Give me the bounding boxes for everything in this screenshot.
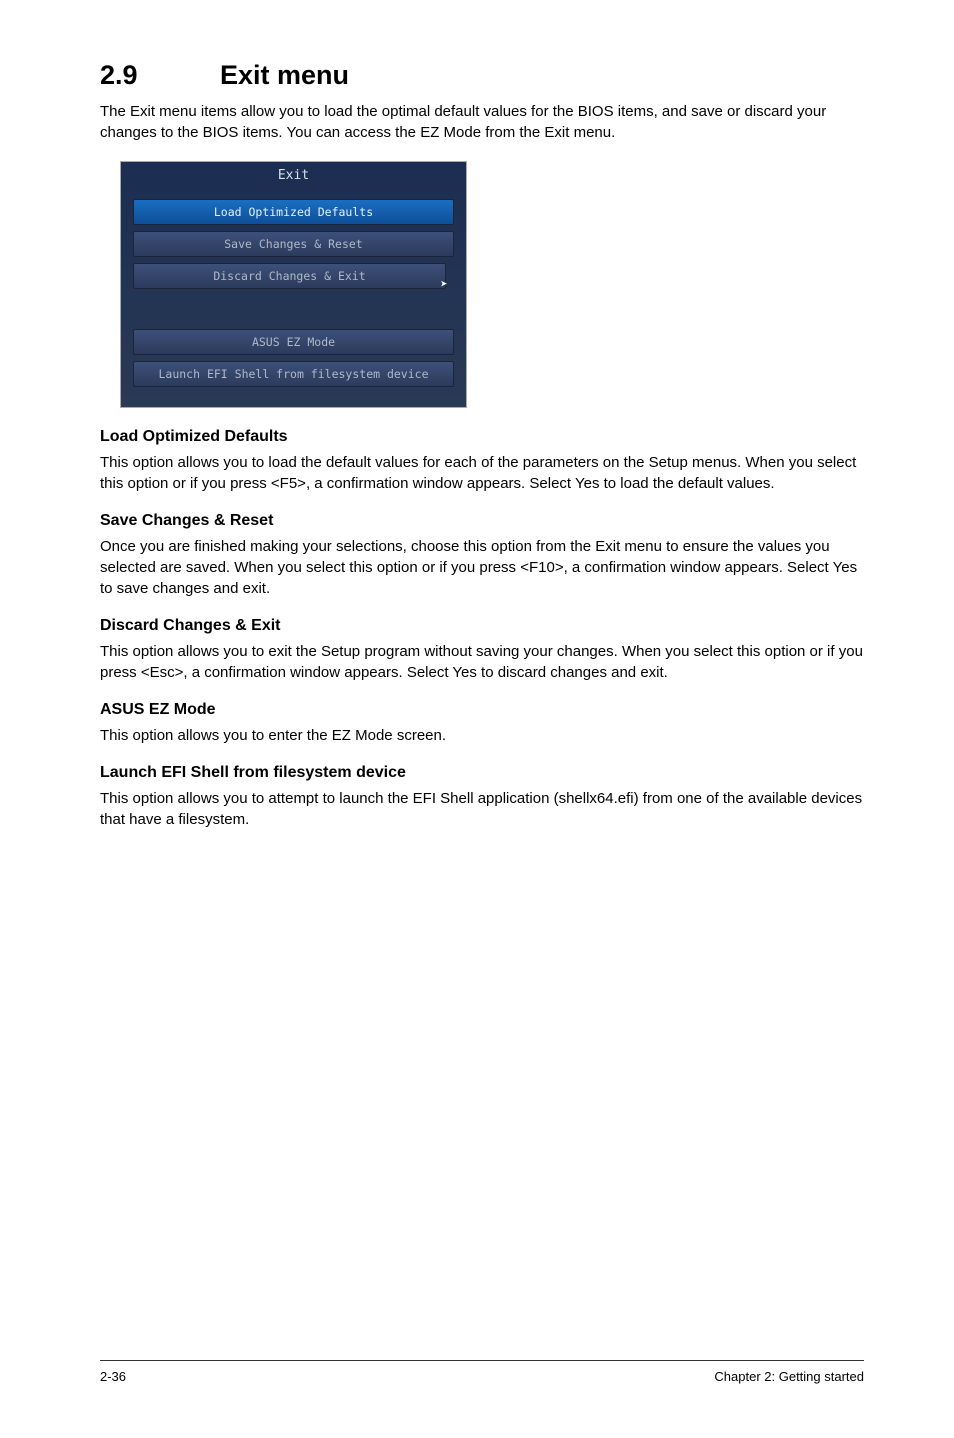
sub-heading: Launch EFI Shell from filesystem device (100, 764, 864, 782)
sub-text: This option allows you to enter the EZ M… (100, 725, 864, 746)
subsection-ez-mode: ASUS EZ Mode This option allows you to e… (100, 701, 864, 746)
menu-item-label: Discard Changes & Exit (213, 269, 365, 283)
section-title: 2.9Exit menu (100, 60, 864, 91)
sub-heading: Save Changes & Reset (100, 512, 864, 530)
sub-text: This option allows you to load the defau… (100, 452, 864, 494)
subsection-load-defaults: Load Optimized Defaults This option allo… (100, 428, 864, 494)
sub-heading: Discard Changes & Exit (100, 617, 864, 635)
menu-gap (121, 295, 466, 323)
subsection-discard-exit: Discard Changes & Exit This option allow… (100, 617, 864, 683)
subsection-save-reset: Save Changes & Reset Once you are finish… (100, 512, 864, 599)
sub-text: This option allows you to exit the Setup… (100, 641, 864, 683)
sub-heading: ASUS EZ Mode (100, 701, 864, 719)
section-number: 2.9 (100, 60, 220, 91)
sub-text: This option allows you to attempt to lau… (100, 788, 864, 830)
intro-text: The Exit menu items allow you to load th… (100, 101, 864, 143)
page-footer: 2-36 Chapter 2: Getting started (100, 1360, 864, 1384)
menu-item-save-reset[interactable]: Save Changes & Reset (133, 231, 454, 257)
menu-item-load-defaults[interactable]: Load Optimized Defaults (133, 199, 454, 225)
sub-text: Once you are finished making your select… (100, 536, 864, 599)
menu-item-launch-efi[interactable]: Launch EFI Shell from filesystem device (133, 361, 454, 387)
cursor-icon: ➤ (439, 272, 449, 286)
bios-screenshot: Exit Load Optimized Defaults Save Change… (120, 161, 467, 408)
subsection-launch-efi: Launch EFI Shell from filesystem device … (100, 764, 864, 830)
menu-item-discard-exit[interactable]: Discard Changes & Exit ➤ (133, 263, 446, 289)
page-number: 2-36 (100, 1369, 126, 1384)
page: 2.9Exit menu The Exit menu items allow y… (0, 0, 954, 1410)
menu-item-ez-mode[interactable]: ASUS EZ Mode (133, 329, 454, 355)
screenshot-title: Exit (121, 162, 466, 193)
chapter-label: Chapter 2: Getting started (714, 1369, 864, 1384)
section-heading: Exit menu (220, 60, 349, 90)
sub-heading: Load Optimized Defaults (100, 428, 864, 446)
